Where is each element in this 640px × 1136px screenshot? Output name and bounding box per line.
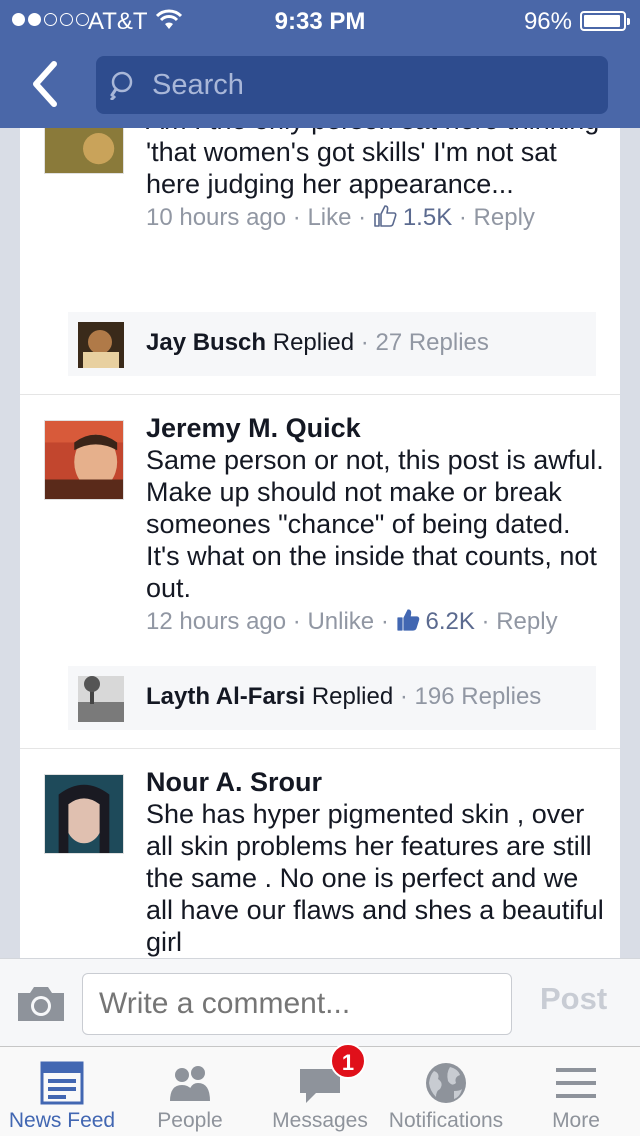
tab-label: People: [157, 1109, 223, 1132]
avatar[interactable]: [44, 420, 124, 500]
replies-summary[interactable]: Jay Busch Replied · 27 Replies: [68, 312, 596, 376]
tab-news-feed[interactable]: News Feed: [0, 1047, 124, 1136]
comments-list: Am I the only person sat here thinking '…: [20, 128, 620, 958]
battery-icon: [580, 11, 630, 31]
battery-percentage: 96%: [523, 8, 572, 35]
tab-label: News Feed: [8, 1109, 116, 1132]
reply-link[interactable]: Reply: [496, 608, 557, 635]
reply-count: 27 Replies: [375, 329, 489, 356]
status-bar: AT&T 9:33 PM 96%: [0, 0, 640, 40]
like-count: 6.2K: [425, 608, 475, 635]
post-button[interactable]: Post: [540, 981, 607, 1017]
search-input[interactable]: Search: [96, 56, 608, 114]
comment-time: 10 hours ago: [146, 204, 287, 231]
thumbs-up-icon: [396, 609, 419, 631]
replies-summary[interactable]: Layth Al-Farsi Replied · 196 Replies: [68, 666, 596, 730]
globe-icon: [426, 1063, 466, 1103]
replied-label: Replied: [311, 683, 394, 710]
reply-link[interactable]: Reply: [474, 204, 535, 231]
reply-count: 196 Replies: [414, 683, 542, 710]
comment-time: 12 hours ago: [146, 608, 287, 635]
tab-label: Messages: [272, 1109, 368, 1132]
reply-avatar: [78, 676, 124, 722]
tab-messages[interactable]: 1 Messages: [256, 1043, 384, 1136]
comment-meta: 10 hours ago · Like · 1.5K · Reply: [146, 204, 535, 231]
replies-summary-text: Layth Al-Farsi Replied · 196 Replies: [146, 683, 542, 710]
camera-icon[interactable]: [16, 983, 66, 1023]
unlike-link[interactable]: Unlike: [307, 608, 374, 635]
tab-label: More: [552, 1109, 600, 1132]
tab-notifications[interactable]: Notifications: [384, 1047, 508, 1136]
people-icon: [170, 1066, 210, 1101]
comment-meta: 12 hours ago · Unlike · 6.2K · Reply: [146, 608, 558, 635]
tab-bar: News Feed People 1 Messages Notification…: [0, 1043, 640, 1136]
divider: [20, 394, 620, 395]
comment-input[interactable]: [82, 973, 512, 1035]
tab-more[interactable]: More: [512, 1047, 640, 1136]
comment-text: She has hyper pigmented skin , over all …: [146, 799, 604, 957]
divider: [20, 748, 620, 749]
news-feed-icon: [40, 1061, 84, 1105]
replies-summary-text: Jay Busch Replied · 27 Replies: [146, 329, 489, 356]
tab-people[interactable]: People: [128, 1047, 252, 1136]
like-link[interactable]: Like: [307, 204, 351, 231]
app-header: AT&T 9:33 PM 96% Search: [0, 0, 640, 128]
avatar[interactable]: [44, 774, 124, 854]
back-arrow-icon[interactable]: [26, 58, 66, 110]
avatar[interactable]: [44, 128, 124, 174]
replied-label: Replied: [272, 329, 355, 356]
comment-author[interactable]: Jeremy M. Quick: [146, 412, 606, 444]
comment-composer: Post: [0, 958, 640, 1046]
search-icon: [110, 71, 133, 100]
like-count: 1.5K: [402, 204, 453, 231]
thumbs-up-icon: [374, 205, 397, 227]
menu-icon: [556, 1068, 596, 1098]
reply-avatar: [78, 322, 124, 368]
comment-text: Am I the only person sat here thinking '…: [146, 128, 599, 199]
tab-label: Notifications: [388, 1109, 504, 1132]
replier-name: Layth Al-Farsi: [146, 683, 306, 710]
search-placeholder: Search: [152, 69, 244, 101]
comment-text: Same person or not, this post is awful. …: [146, 445, 604, 603]
unread-badge: 1: [330, 1043, 366, 1079]
comment-author[interactable]: Nour A. Srour: [146, 766, 606, 798]
replier-name: Jay Busch: [146, 329, 267, 356]
